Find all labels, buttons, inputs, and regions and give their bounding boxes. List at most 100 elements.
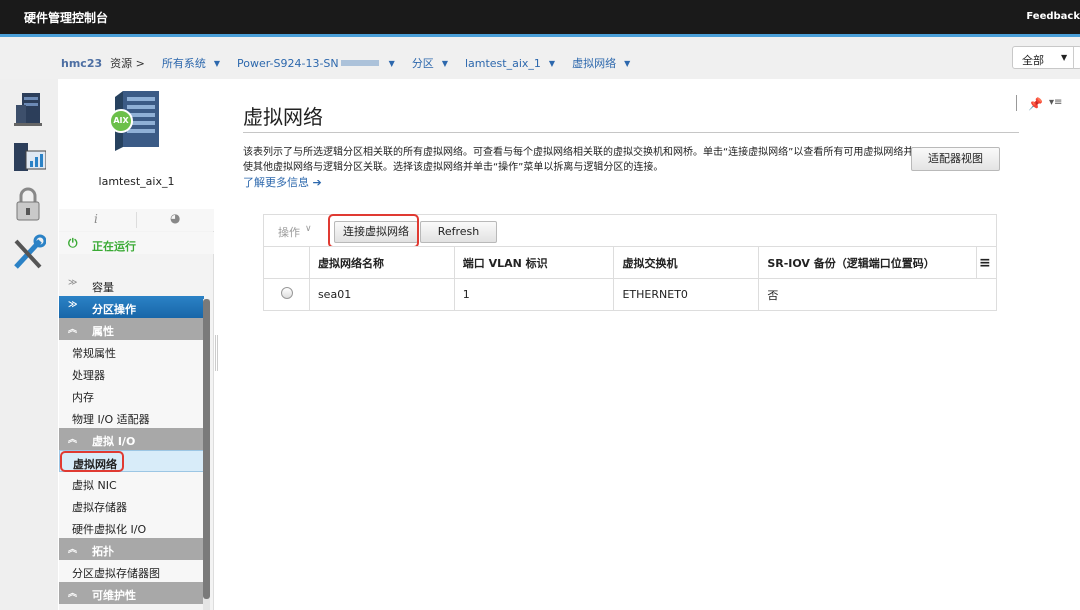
breadcrumb-bar: hmc23 资源 > 所有系统 ▼ Power-S924-13-SN ▼ 分区 … [0, 37, 1080, 79]
nav-vio-header[interactable]: ︽ 虚拟 I/O [59, 428, 204, 450]
actions-menu[interactable]: 操作 ∨ [264, 215, 322, 247]
cell-name: sea01 [308, 278, 455, 311]
nav-processors[interactable]: 处理器 [59, 362, 204, 384]
toolbar-divider [1016, 95, 1017, 111]
server-icon[interactable] [10, 89, 46, 129]
status-text: 正在运行 [92, 240, 136, 253]
chevron-down-icon[interactable]: ▼ [442, 59, 448, 68]
nav-virtual-storage[interactable]: 虚拟存储器 [59, 494, 204, 516]
nav-serviceability-header[interactable]: ︽ 可维护性 [59, 582, 204, 604]
cell-switch: ETHERNET0 [613, 278, 760, 311]
chevron-down-icon[interactable]: ▼ [624, 59, 630, 68]
breadcrumb-all-systems[interactable]: 所有系统 [162, 55, 206, 71]
lock-icon[interactable] [10, 185, 46, 225]
page-title: 虚拟网络 [243, 105, 323, 129]
highlight-box [60, 451, 124, 472]
double-chevron-up-icon: ︽ [68, 325, 78, 335]
column-menu-icon[interactable]: ▾≡ [1049, 97, 1062, 108]
virtual-network-table: 虚拟网络名称 端口 VLAN 标识 虚拟交换机 SR-IOV 备份（逻辑端口位置… [263, 246, 998, 311]
tools-icon[interactable] [10, 233, 47, 273]
double-chevron-down-icon: ≫ [68, 278, 78, 288]
nav-capacity[interactable]: ≫ 容量 [59, 274, 204, 296]
info-icon[interactable]: i [94, 212, 98, 226]
nav-partition-storage-map[interactable]: 分区虚拟存储器图 [59, 560, 204, 582]
row-select[interactable] [263, 278, 310, 311]
pie-icon[interactable]: ◕ [170, 211, 180, 225]
scope-divider [1073, 47, 1074, 69]
double-chevron-up-icon: ︽ [68, 589, 78, 599]
nav-item-label: 常规属性 [72, 347, 116, 360]
os-badge: AIX [113, 116, 129, 125]
nav-partition-actions[interactable]: ≫ 分区操作 [59, 296, 204, 318]
feedback-link[interactable]: Feedback [1026, 11, 1080, 22]
chevron-down-icon[interactable]: ▼ [214, 59, 220, 68]
pin-icon[interactable]: 📌 [1028, 97, 1043, 111]
nav-properties-label: 属性 [92, 325, 114, 338]
nav-physical-io[interactable]: 物理 I/O 适配器 [59, 406, 204, 428]
column-header-sriov[interactable]: SR-IOV 备份（逻辑端口位置码） [758, 246, 977, 279]
power-icon: ⏻ [68, 236, 78, 250]
breadcrumb-resources[interactable]: 资源 > [110, 55, 145, 71]
nav-properties-header[interactable]: ︽ 属性 [59, 318, 204, 340]
breadcrumb-virtual-network[interactable]: 虚拟网络 [572, 55, 616, 71]
breadcrumb-partitions[interactable]: 分区 [412, 55, 434, 71]
panel-splitter[interactable] [215, 335, 218, 371]
nav-item-label: 虚拟 NIC [72, 479, 117, 492]
actions-label: 操作 [278, 226, 300, 239]
nav-scrollbar-thumb[interactable] [203, 299, 210, 599]
breadcrumb-system[interactable]: Power-S924-13-SN [237, 57, 339, 70]
select-column-header [263, 246, 310, 279]
side-nav: ≫ 容量 ≫ 分区操作 ︽ 属性 常规属性 处理器 内存 物理 I/O 适配器 … [59, 274, 204, 604]
double-chevron-up-icon: ︽ [68, 435, 78, 445]
double-chevron-up-icon: ︽ [68, 545, 78, 555]
column-menu-button[interactable]: ≡ [975, 246, 998, 279]
meta-divider [136, 212, 137, 228]
breadcrumb-lpar[interactable]: lamtest_aix_1 [465, 57, 541, 70]
app-title: 硬件管理控制台 [24, 11, 109, 25]
column-header-name[interactable]: 虚拟网络名称 [308, 246, 455, 279]
nav-vio-label: 虚拟 I/O [92, 435, 136, 448]
nav-memory[interactable]: 内存 [59, 384, 204, 406]
column-header-vlan[interactable]: 端口 VLAN 标识 [453, 246, 615, 279]
nav-item-label: 物理 I/O 适配器 [72, 413, 150, 426]
column-header-switch[interactable]: 虚拟交换机 [613, 246, 760, 279]
chevron-down-icon: ∨ [305, 224, 312, 234]
hamburger-icon: ≡ [978, 254, 991, 271]
cell-sriov: 否 [758, 278, 997, 311]
adapter-view-button[interactable]: 适配器视图 [911, 147, 1000, 171]
nav-scrollbar[interactable] [203, 299, 210, 610]
table-header-row: 虚拟网络名称 端口 VLAN 标识 虚拟交换机 SR-IOV 备份（逻辑端口位置… [263, 246, 998, 279]
scope-select-label: 全部 [1022, 54, 1044, 67]
table-toolbar: 操作 ∨ 连接虚拟网络 Refresh [263, 214, 997, 248]
nav-topology-label: 拓扑 [92, 545, 114, 558]
lpar-card: AIX lamtest_aix_1 [59, 79, 214, 229]
nav-item-label: 分区虚拟存储器图 [72, 567, 160, 580]
row-radio[interactable] [281, 287, 293, 299]
nav-topology-header[interactable]: ︽ 拓扑 [59, 538, 204, 560]
monitor-chart-icon[interactable] [10, 137, 47, 177]
nav-serviceability-label: 可维护性 [92, 589, 136, 602]
nav-partition-actions-label: 分区操作 [92, 303, 136, 316]
chevron-down-icon[interactable]: ▼ [389, 59, 395, 68]
lpar-panel: AIX lamtest_aix_1 i ◕ ⏻ 正在运行 ≫ 容量 ≫ 分区操作… [59, 79, 214, 610]
learn-more-link[interactable]: 了解更多信息 ➔ [243, 174, 322, 190]
refresh-button[interactable]: Refresh [420, 221, 497, 243]
title-divider [243, 132, 1019, 133]
redacted-serial [340, 60, 379, 66]
nav-item-label: 硬件虚拟化 I/O [72, 523, 147, 536]
breadcrumb-host[interactable]: hmc23 [61, 57, 102, 70]
scope-select[interactable]: 全部 ▼ [1012, 46, 1080, 69]
table-row[interactable]: sea01 1 ETHERNET0 否 [263, 278, 997, 311]
nav-general-properties[interactable]: 常规属性 [59, 340, 204, 362]
top-bar: 硬件管理控制台 Feedback [0, 0, 1080, 34]
nav-virtual-nic[interactable]: 虚拟 NIC [59, 472, 204, 494]
highlight-box [328, 214, 419, 248]
nav-item-label: 内存 [72, 391, 94, 404]
lpar-name: lamtest_aix_1 [98, 175, 175, 188]
page-description: 该表列示了与所选逻辑分区相关联的所有虚拟网络。可查看与每个虚拟网络相关联的虚拟交… [243, 147, 914, 173]
icon-rail [0, 79, 58, 610]
nav-item-label: 虚拟存储器 [72, 501, 127, 514]
chevron-down-icon[interactable]: ▼ [549, 59, 555, 68]
nav-hw-virtualized-io[interactable]: 硬件虚拟化 I/O [59, 516, 204, 538]
nav-item-label: 处理器 [72, 369, 105, 382]
